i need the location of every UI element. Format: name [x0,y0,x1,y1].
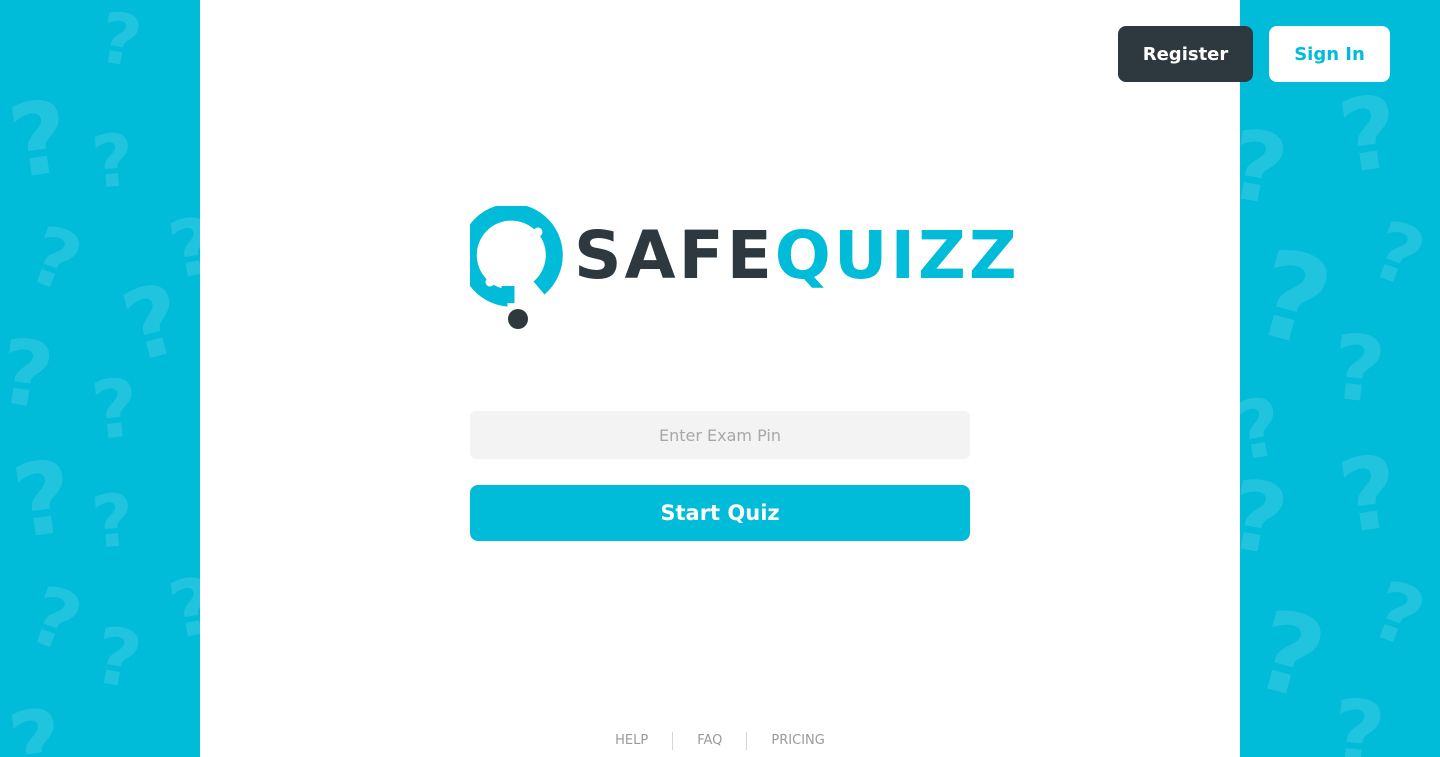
question-mark-icon: ? [2,688,70,757]
question-mark-icon: ? [1240,108,1295,228]
question-mark-icon: ? [1360,202,1437,307]
question-mark-icon: ? [87,360,144,459]
question-mark-icon: ? [93,0,148,84]
logo-wordmark: SAFEQUIZZ [574,216,1020,296]
main-panel [200,0,1240,757]
question-mark-icon: ? [17,567,94,672]
question-mark-icon: ? [1240,458,1295,578]
question-mark-icon: ? [1360,562,1437,667]
logo-text-safe: SAFE [574,217,775,294]
question-mark-icon: ? [88,477,138,565]
question-mark-icon: ? [2,77,76,202]
sign-in-button[interactable]: Sign In [1269,26,1390,82]
background-pattern-right: ? ? ? ? ? ? ? ? ? ? ? [1240,0,1440,757]
register-button[interactable]: Register [1118,26,1253,82]
start-quiz-button[interactable]: Start Quiz [470,485,970,541]
question-mark-icon: ? [17,207,94,312]
footer-links: HELP FAQ PRICING [590,731,850,751]
question-mark-icon: ? [162,560,200,658]
footer-link-help[interactable]: HELP [591,731,672,751]
safequizz-logo-icon [470,206,563,329]
background-pattern-left: ? ? ? ? ? ? ? ? ? ? ? ? ? ? [0,0,200,757]
question-mark-icon: ? [0,318,60,431]
footer-link-faq[interactable]: FAQ [673,731,746,751]
exam-pin-input[interactable] [470,411,970,459]
question-mark-icon: ? [87,610,148,708]
question-mark-icon: ? [1326,679,1390,757]
question-mark-icon: ? [1242,584,1338,726]
question-mark-icon: ? [6,437,80,562]
logo-text-quizz: QUIZZ [774,217,1020,294]
footer-link-pricing[interactable]: PRICING [747,731,848,751]
question-mark-icon: ? [88,117,138,205]
question-mark-icon: ? [1326,314,1390,425]
question-mark-icon: ? [1332,72,1406,197]
safequizz-logo: SAFEQUIZZ [470,206,1017,336]
question-mark-icon: ? [1332,432,1406,557]
question-mark-icon: ? [1241,223,1345,376]
